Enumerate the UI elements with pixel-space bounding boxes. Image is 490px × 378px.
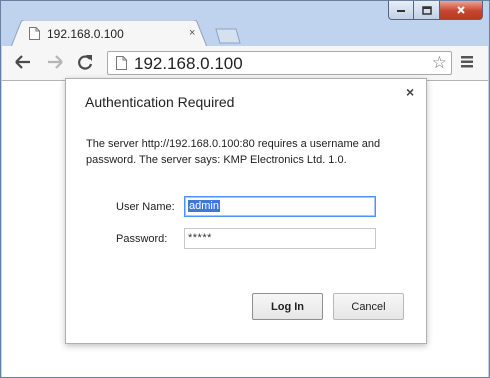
username-label: User Name: bbox=[116, 201, 175, 213]
bookmark-star-icon[interactable]: ☆ bbox=[432, 53, 447, 73]
dialog-close-icon[interactable]: × bbox=[406, 85, 414, 99]
cancel-button[interactable]: Cancel bbox=[333, 293, 404, 320]
page-icon bbox=[116, 56, 127, 70]
username-value: admin bbox=[188, 200, 220, 212]
maximize-icon bbox=[421, 5, 432, 15]
password-value: ***** bbox=[188, 232, 212, 244]
window-close-button[interactable] bbox=[440, 1, 483, 20]
reload-icon[interactable] bbox=[76, 54, 94, 72]
minimize-button[interactable] bbox=[388, 1, 414, 20]
page-icon bbox=[29, 27, 40, 40]
username-field[interactable]: admin bbox=[184, 196, 376, 217]
dialog-message: The server http://192.168.0.100:80 requi… bbox=[86, 138, 381, 166]
address-bar[interactable]: 192.168.0.100 ☆ bbox=[107, 51, 452, 75]
browser-tab[interactable]: 192.168.0.100 × bbox=[11, 20, 208, 47]
browser-window: 192.168.0.100 × 192.168.0.100 ☆ Authenti… bbox=[0, 0, 490, 378]
tab-close-icon[interactable]: × bbox=[189, 28, 195, 39]
url-text: 192.168.0.100 bbox=[134, 54, 243, 73]
login-button[interactable]: Log In bbox=[252, 293, 323, 320]
password-field[interactable]: ***** bbox=[184, 228, 376, 249]
auth-dialog: Authentication Required × The server htt… bbox=[65, 78, 427, 344]
browser-toolbar: 192.168.0.100 ☆ bbox=[2, 46, 488, 81]
maximize-button[interactable] bbox=[414, 1, 440, 20]
password-label: Password: bbox=[116, 233, 168, 245]
close-icon bbox=[457, 6, 465, 14]
hamburger-menu-icon[interactable] bbox=[460, 55, 474, 69]
minimize-icon bbox=[397, 10, 405, 12]
back-arrow-icon[interactable] bbox=[14, 54, 32, 70]
dialog-title: Authentication Required bbox=[85, 94, 235, 110]
window-controls bbox=[388, 1, 483, 20]
new-tab-button[interactable] bbox=[212, 28, 242, 44]
forward-arrow-icon[interactable] bbox=[46, 54, 64, 70]
tab-title: 192.168.0.100 bbox=[47, 27, 124, 41]
